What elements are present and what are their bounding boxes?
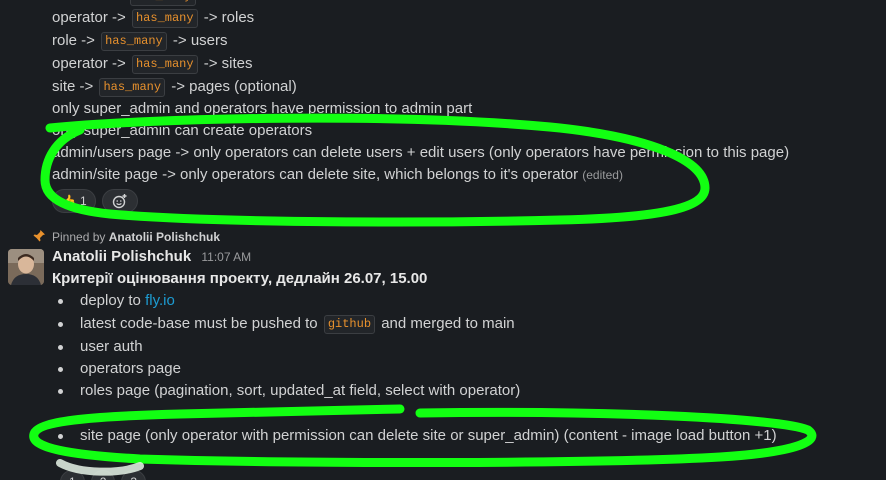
line-text: site -> — [52, 78, 94, 95]
item-text: latest code-base must be pushed to — [80, 315, 318, 332]
message-line: role -> has_many -> users — [52, 30, 228, 52]
item-text: deploy to — [80, 292, 141, 309]
message-header: Anatolii Polishchuk 11:07 AM — [52, 246, 251, 268]
reaction-count: 1 — [69, 475, 76, 480]
pin-icon — [33, 230, 45, 242]
line-text: -> sites — [203, 55, 253, 72]
bullet-dot — [58, 367, 63, 372]
message-title: Критерії оцінювання проекту, дедлайн 26.… — [52, 270, 428, 287]
line-text: -> roles — [203, 9, 255, 26]
avatar[interactable] — [8, 249, 44, 285]
bullet-dot — [58, 299, 63, 304]
add-emoji-icon — [112, 194, 127, 209]
message-line: site -> has_many -> pages (optional) — [52, 76, 297, 98]
message-line: only super_admin can create operators — [52, 122, 313, 139]
bullet-dot — [58, 345, 63, 350]
inline-code: has_many — [99, 78, 166, 97]
fly-io-link[interactable]: fly.io — [145, 292, 175, 309]
item-text: and merged to main — [381, 315, 515, 332]
bullet-dot — [58, 389, 63, 394]
reaction-3[interactable]: 3 — [121, 470, 147, 480]
bullet-dot — [58, 434, 63, 439]
item-text: roles page (pagination, sort, updated_at… — [80, 382, 521, 399]
item-text: user auth — [80, 338, 143, 355]
line-text: admin/site page -> only operators can de… — [52, 166, 579, 183]
reaction-thumbs-up[interactable]: 👍 1 — [52, 189, 96, 213]
reaction-2[interactable]: 2 — [90, 470, 116, 480]
inline-code: github — [323, 315, 376, 334]
edited-label: (edited) — [582, 168, 623, 182]
line-text: -> users — [172, 32, 228, 49]
pinned-prefix: Pinned by — [52, 230, 106, 244]
reaction-bar: 1 2 3 — [60, 470, 147, 480]
reaction-bar: 👍 1 — [52, 189, 138, 213]
reaction-1[interactable]: 1 — [60, 470, 85, 480]
message-line: has_many — [52, 0, 198, 7]
reaction-count: 2 — [100, 475, 107, 480]
item-text: operators page — [80, 360, 181, 377]
add-reaction-button[interactable] — [101, 189, 138, 213]
message-line: operator -> has_many -> sites — [52, 53, 253, 75]
inline-code: has_many — [131, 9, 198, 28]
message-line: operator -> has_many -> roles — [52, 7, 254, 29]
inline-code: has_many — [131, 55, 198, 74]
item-text: site page (only operator with permission… — [80, 427, 777, 444]
timestamp[interactable]: 11:07 AM — [201, 250, 251, 264]
inline-code: has_many — [101, 32, 167, 51]
user-photo-icon — [8, 249, 44, 285]
message-line: admin/site page -> only operators can de… — [52, 164, 623, 186]
sender-name[interactable]: Anatolii Polishchuk — [52, 248, 191, 265]
line-text: operator -> — [52, 9, 126, 26]
line-text: role -> — [52, 32, 95, 49]
pinned-label: Pinned by Anatolii Polishchuk — [52, 228, 220, 246]
message-line: admin/users page -> only operators can d… — [52, 144, 790, 161]
bullet-dot — [58, 322, 63, 327]
message-line: only super_admin and operators have perm… — [52, 100, 473, 117]
reaction-count: 1 — [79, 194, 87, 208]
line-text: -> pages (optional) — [171, 78, 297, 95]
pinned-by[interactable]: Anatolii Polishchuk — [109, 230, 220, 244]
line-text: operator -> — [52, 55, 126, 72]
thumbs-up-icon: 👍 — [61, 194, 76, 208]
inline-code: has_many — [130, 0, 196, 6]
reaction-count: 3 — [130, 475, 137, 480]
